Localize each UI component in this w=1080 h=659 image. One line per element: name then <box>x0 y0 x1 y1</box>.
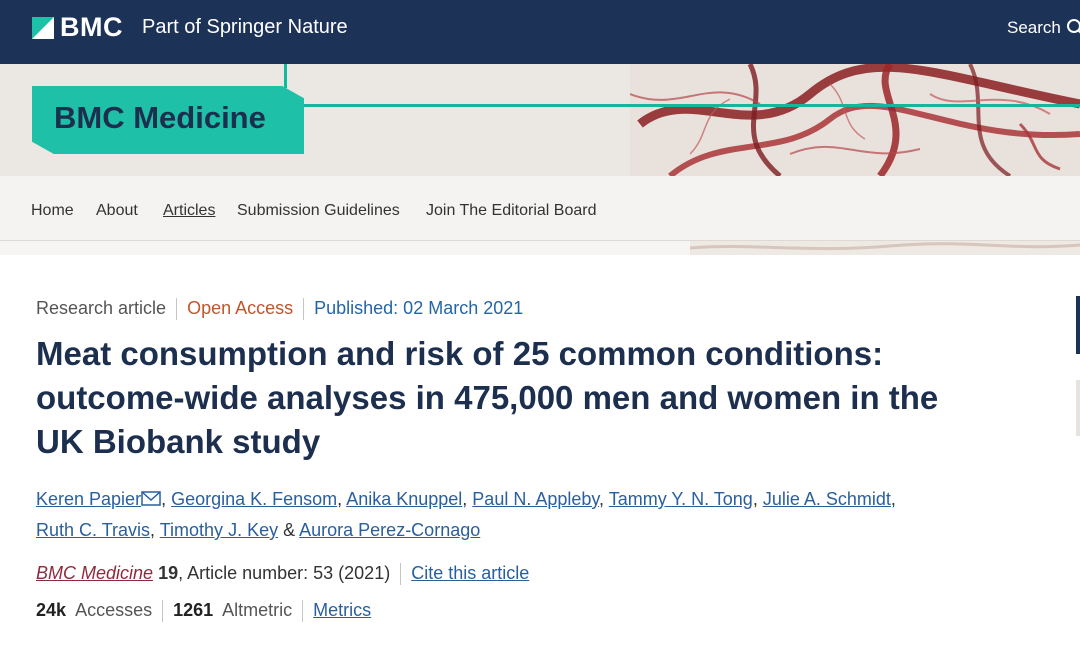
author-link[interactable]: Keren Papier <box>36 489 141 509</box>
divider <box>162 600 164 623</box>
article-meta: Research article Open Access Published: 02… <box>36 298 524 321</box>
nav-item-articles[interactable]: Articles <box>163 202 215 220</box>
author-link[interactable]: Aurora Perez-Cornago <box>299 520 480 540</box>
search-button[interactable]: Search <box>1007 18 1061 38</box>
article-title: Meat consumption and risk of 25 common c… <box>36 335 939 460</box>
divider <box>303 298 305 321</box>
divider <box>302 600 304 623</box>
author-link[interactable]: Georgina K. Fensom <box>171 489 337 509</box>
accesses-label: Accesses <box>75 600 153 620</box>
metrics-link[interactable]: Metrics <box>313 600 371 620</box>
citation-article-number: , Article number: 53 (2021) <box>178 563 391 583</box>
divider <box>400 563 402 586</box>
nav-item-submission-guidelines[interactable]: Submission Guidelines <box>237 202 400 220</box>
logo-subtitle[interactable]: Part of Springer Nature <box>142 16 348 39</box>
author-link[interactable]: Paul N. Appleby <box>472 489 599 509</box>
nav-item-editorial-board[interactable]: Join The Editorial Board <box>426 202 596 220</box>
article-metrics: 24k Accesses 1261 Altmetric Metrics <box>36 600 371 623</box>
author-joiner: & <box>283 520 296 540</box>
bmc-logo-icon[interactable] <box>32 17 54 39</box>
author-list: Keren Papier, Georgina K. Fensom, Anika … <box>36 487 896 540</box>
nav-item-home[interactable]: Home <box>31 202 74 220</box>
author-link[interactable]: Ruth C. Travis <box>36 520 150 540</box>
cite-this-article-link[interactable]: Cite this article <box>411 563 529 583</box>
banner-vascular-image <box>630 64 1080 176</box>
citation-journal-link[interactable]: BMC Medicine <box>36 563 153 583</box>
nav-item-about[interactable]: About <box>96 202 138 220</box>
altmetric-count: 1261 <box>173 600 214 620</box>
citation-volume: 19 <box>158 563 179 583</box>
nav-decor-strip <box>0 241 1080 255</box>
published-date: Published: 02 March 2021 <box>314 298 524 318</box>
article-type: Research article <box>36 298 167 318</box>
search-icon[interactable] <box>1066 18 1080 38</box>
citation-line: BMC Medicine 19, Article number: 53 (202… <box>36 563 529 586</box>
journal-nav: Home About Articles Submission Guideline… <box>0 176 1080 241</box>
logo-text[interactable]: BMC <box>60 12 123 43</box>
side-panel-edge <box>1076 296 1080 354</box>
accesses-count: 24k <box>36 600 67 620</box>
open-access-badge: Open Access <box>187 298 294 318</box>
banner-accent-line <box>300 104 1080 107</box>
author-link[interactable]: Anika Knuppel <box>346 489 462 509</box>
journal-title[interactable]: BMC Medicine <box>54 100 266 136</box>
author-link[interactable]: Tammy Y. N. Tong <box>609 489 753 509</box>
author-link[interactable]: Julie A. Schmidt <box>763 489 891 509</box>
side-panel-edge <box>1076 380 1080 436</box>
nav-decor-image <box>690 241 1080 255</box>
altmetric-label: Altmetric <box>222 600 293 620</box>
banner-accent-line <box>284 64 287 88</box>
author-link[interactable]: Timothy J. Key <box>160 520 278 540</box>
journal-banner: BMC Medicine <box>0 64 1080 176</box>
email-icon[interactable] <box>141 487 161 516</box>
divider <box>176 298 178 321</box>
top-bar: BMC Part of Springer Nature Search <box>0 0 1080 64</box>
